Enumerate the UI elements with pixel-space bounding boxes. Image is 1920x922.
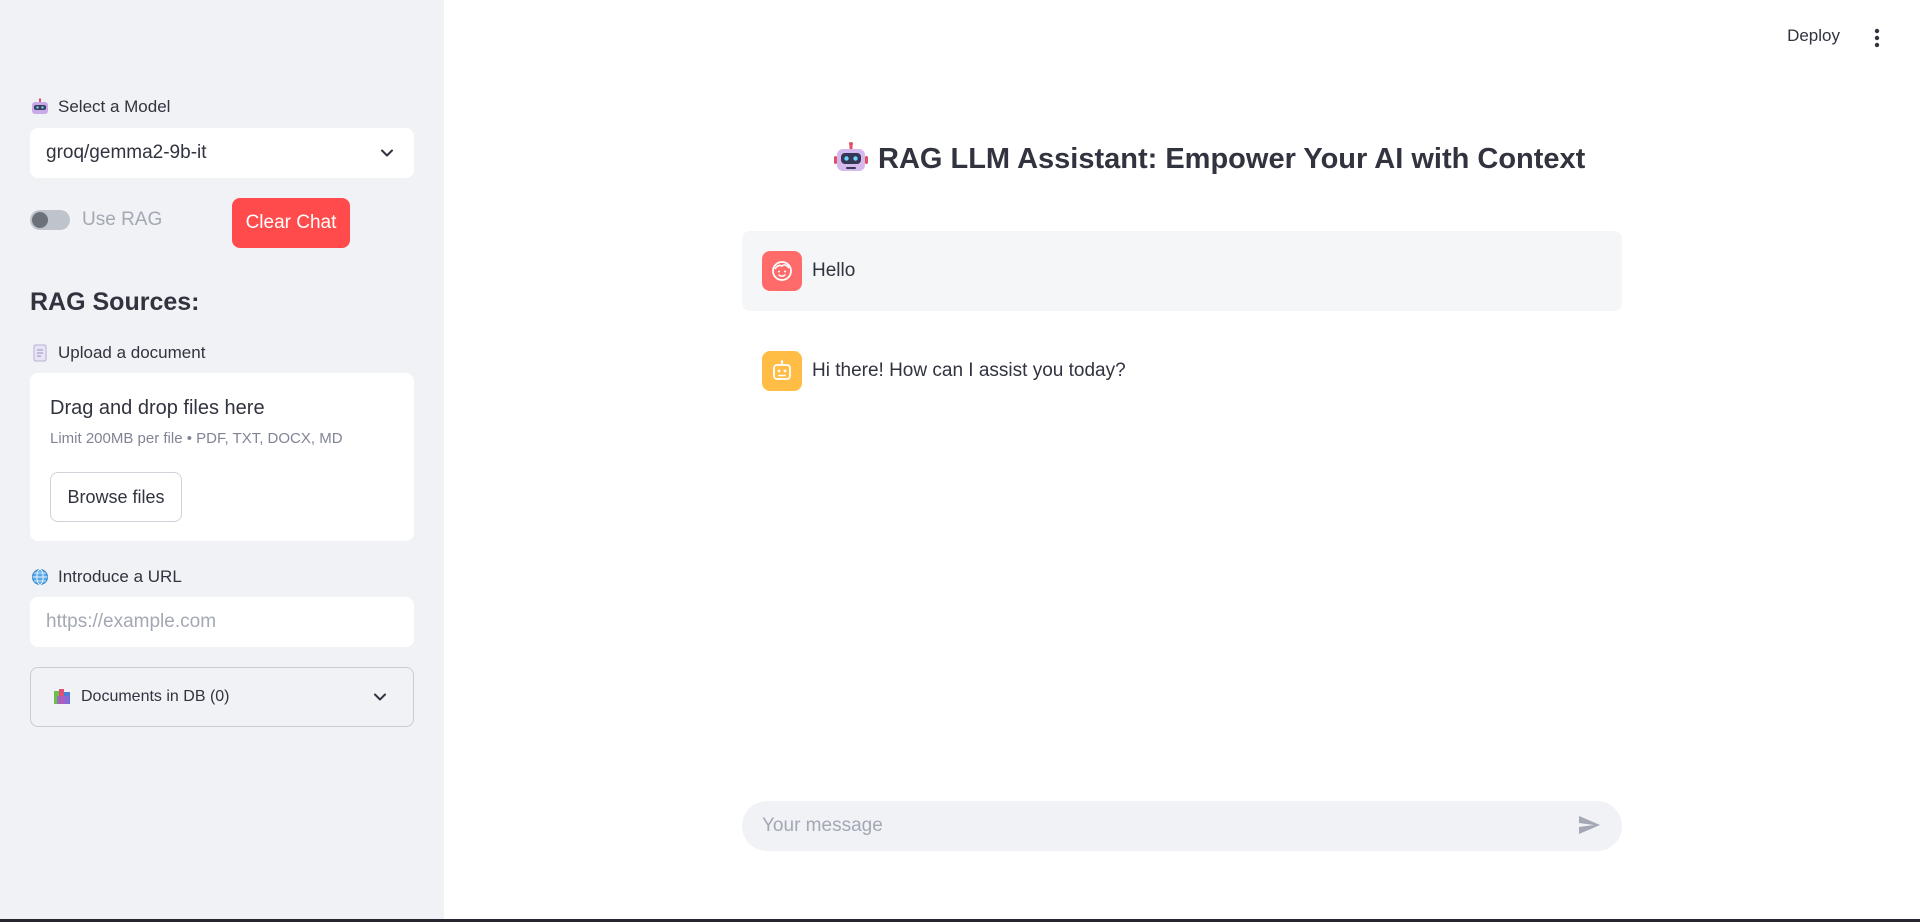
browse-files-button[interactable]: Browse files [50,472,182,522]
url-label: Introduce a URL [30,567,182,587]
use-rag-toggle-group: Use RAG [30,209,162,231]
chat-message-assistant: Hi there! How can I assist you today? [742,331,1622,411]
document-icon [30,343,50,363]
documents-expander-label: Documents in DB (0) [81,688,230,705]
globe-icon [30,567,50,587]
main-area [444,0,1920,922]
user-avatar [762,251,802,291]
rag-sources-heading: RAG Sources: [30,288,200,316]
message-text: Hi there! How can I assist you today? [812,360,1126,381]
books-icon [53,688,73,706]
model-select-label: Select a Model [30,97,170,117]
assistant-avatar [762,351,802,391]
use-rag-toggle[interactable] [30,210,70,230]
dropzone-title: Drag and drop files here [50,397,265,419]
clear-chat-button[interactable]: Clear Chat [232,198,350,248]
model-select[interactable]: groq/gemma2-9b-it [30,128,414,178]
documents-expander[interactable]: Documents in DB (0) [30,667,414,727]
bot-icon [773,360,791,380]
url-label-text: Introduce a URL [58,567,182,586]
face-icon [772,261,792,281]
message-text: Hello [812,260,856,281]
sidebar: Select a Model groq/gemma2-9b-it Use RAG… [0,0,444,922]
use-rag-label: Use RAG [82,209,163,230]
robot-icon [30,97,50,117]
app-root: Select a Model groq/gemma2-9b-it Use RAG… [0,0,1920,922]
deploy-button[interactable]: Deploy [1787,26,1840,46]
dropzone-limits: Limit 200MB per file • PDF, TXT, DOCX, M… [50,430,343,447]
url-input[interactable] [30,597,414,647]
robot-icon [834,142,868,171]
chat-input[interactable] [762,815,1576,837]
upload-label: Upload a document [30,343,205,363]
upload-label-text: Upload a document [58,343,206,362]
file-dropzone[interactable]: Drag and drop files here Limit 200MB per… [30,373,414,541]
send-button[interactable] [1576,813,1602,839]
toggle-knob [32,212,48,228]
chat-message-user: Hello [742,231,1622,311]
page-title: RAG LLM Assistant: Empower Your AI with … [834,142,1585,176]
chevron-down-icon [381,149,393,157]
send-icon [1579,816,1600,834]
more-vertical-icon[interactable] [1874,28,1880,48]
model-select-label-text: Select a Model [58,97,171,116]
chat-input-container [742,801,1622,851]
page-title-text: RAG LLM Assistant: Empower Your AI with … [878,142,1586,175]
model-select-value: groq/gemma2-9b-it [46,142,207,163]
chevron-down-icon [374,693,386,701]
